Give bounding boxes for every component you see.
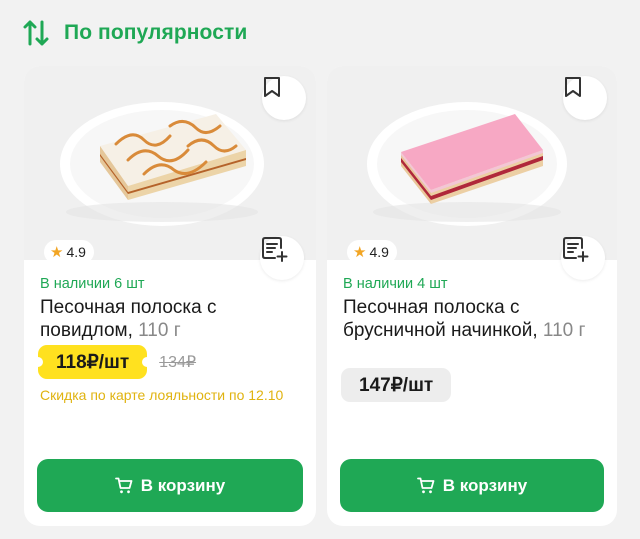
add-to-list-icon	[262, 237, 288, 262]
bookmark-icon	[565, 77, 581, 97]
bookmark-button[interactable]	[563, 76, 607, 120]
old-price: 134₽	[159, 354, 197, 371]
sort-arrows-icon	[23, 20, 49, 46]
product-image[interactable]: ★ 4.9	[327, 66, 617, 280]
star-icon: ★	[353, 244, 367, 261]
add-to-cart-label: В корзину	[140, 475, 226, 495]
star-icon: ★	[50, 244, 64, 261]
cart-icon	[114, 477, 133, 494]
product-weight: 110 г	[138, 320, 181, 341]
product-image[interactable]: ★ 4.9	[24, 66, 316, 280]
add-to-list-button[interactable]	[561, 236, 605, 280]
add-to-cart-button[interactable]: В корзину	[37, 459, 303, 512]
rating-value: 4.9	[369, 244, 389, 260]
add-to-list-icon	[563, 237, 589, 262]
bookmark-icon	[264, 77, 280, 97]
product-card[interactable]: ★ 4.9 В наличии 4 шт Песочная полоска с …	[327, 66, 617, 526]
stock-status: В наличии 4 шт	[343, 276, 448, 292]
product-name: Песочная полоска с повидлом,	[40, 297, 217, 341]
stock-status: В наличии 6 шт	[40, 276, 145, 292]
price-badge: 147₽/шт	[341, 368, 452, 402]
cart-icon	[416, 477, 435, 494]
product-name: Песочная полоска с брусничной начинкой,	[343, 297, 538, 341]
bookmark-button[interactable]	[262, 76, 306, 120]
sale-price-badge: 118₽/шт	[32, 345, 153, 379]
add-to-list-button[interactable]	[260, 236, 304, 280]
rating-value: 4.9	[66, 244, 86, 260]
product-title[interactable]: Песочная полоска с брусничной начинкой, …	[343, 296, 603, 342]
sort-label: По популярности	[64, 21, 248, 44]
add-to-cart-label: В корзину	[442, 475, 528, 495]
product-weight: 110 г	[542, 320, 586, 341]
add-to-cart-button[interactable]: В корзину	[340, 459, 604, 512]
discount-note: Скидка по карте лояльности по 12.10	[40, 387, 284, 403]
price-row: 118₽/шт 134₽	[32, 345, 197, 379]
rating-badge: ★ 4.9	[347, 240, 397, 264]
product-title[interactable]: Песочная полоска с повидлом, 110 г	[40, 296, 302, 342]
sort-control[interactable]: По популярности	[22, 16, 247, 50]
price-row: 147₽/шт	[341, 368, 452, 402]
rating-badge: ★ 4.9	[44, 240, 94, 264]
product-card[interactable]: ★ 4.9 В наличии 6 шт Песочная полоска с …	[24, 66, 316, 526]
